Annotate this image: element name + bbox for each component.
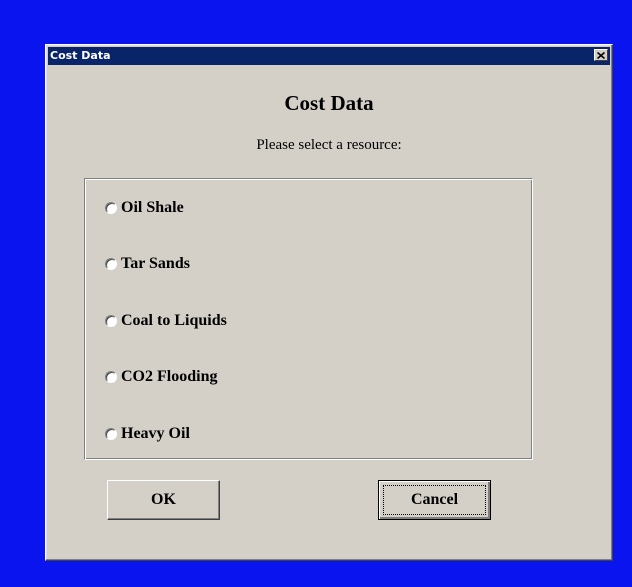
- radio-button-icon[interactable]: [105, 315, 117, 327]
- radio-coal-to-liquids[interactable]: Coal to Liquids: [105, 312, 227, 330]
- radio-label: Heavy Oil: [121, 425, 190, 442]
- radio-button-icon[interactable]: [105, 371, 117, 383]
- window-title: Cost Data: [50, 49, 111, 62]
- radio-tar-sands[interactable]: Tar Sands: [105, 255, 190, 273]
- resource-radio-group: Oil Shale Tar Sands Coal to Liquids CO2 …: [84, 178, 533, 460]
- close-icon: [597, 51, 605, 59]
- title-bar[interactable]: Cost Data: [48, 47, 610, 65]
- radio-button-icon[interactable]: [105, 202, 117, 214]
- ok-button[interactable]: OK: [107, 480, 220, 520]
- cancel-button[interactable]: Cancel: [378, 480, 491, 520]
- radio-label: CO2 Flooding: [121, 368, 218, 385]
- dialog-prompt: Please select a resource:: [256, 137, 402, 153]
- ok-button-label: OK: [151, 491, 176, 508]
- close-button[interactable]: [594, 49, 608, 61]
- radio-label: Tar Sands: [121, 255, 190, 272]
- cancel-button-label: Cancel: [410, 491, 459, 508]
- radio-button-icon[interactable]: [105, 258, 117, 270]
- radio-oil-shale[interactable]: Oil Shale: [105, 199, 184, 217]
- radio-co2-flooding[interactable]: CO2 Flooding: [105, 368, 217, 386]
- radio-label: Oil Shale: [121, 199, 184, 216]
- radio-label: Coal to Liquids: [121, 312, 227, 329]
- cost-data-dialog: Cost Data Cost Data Please select a reso…: [45, 44, 613, 561]
- radio-heavy-oil[interactable]: Heavy Oil: [105, 425, 190, 443]
- radio-button-icon[interactable]: [105, 428, 117, 440]
- dialog-heading: Cost Data: [284, 91, 374, 115]
